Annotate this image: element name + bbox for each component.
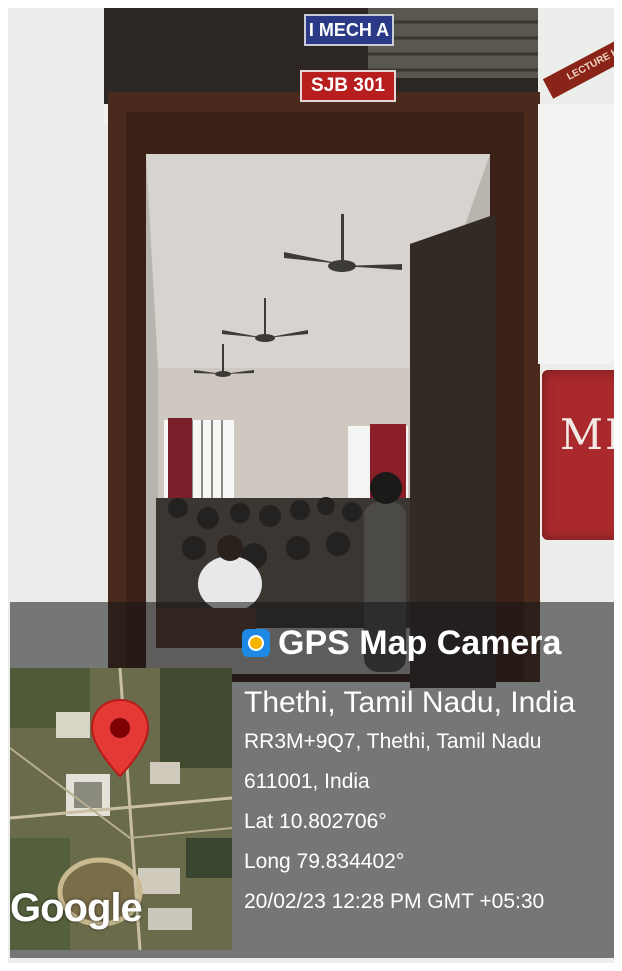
latitude: Lat 10.802706° [244,810,387,833]
address-line-2: 611001, India [244,770,370,793]
red-notice-board: MEC [542,370,614,540]
satellite-map-thumbnail: Google [10,668,232,950]
gps-camera-icon [242,629,270,657]
google-logo: Google [10,886,143,930]
location-details: Thethi, Tamil Nadu, India RR3M+9Q7, Thet… [244,684,575,922]
longitude: Long 79.834402° [244,850,405,873]
board-handwriting: MEC [560,410,614,459]
class-label-sign: I MECH A [304,14,394,46]
address-line-1: RR3M+9Q7, Thethi, Tamil Nadu [244,730,542,753]
app-name: GPS Map Camera [278,623,562,662]
location-title: Thethi, Tamil Nadu, India [244,686,576,719]
timestamp: 20/02/23 12:28 PM GMT +05:30 [244,890,545,913]
map-pin-icon [90,698,150,778]
app-brand: GPS Map Camera [242,620,561,666]
room-number-sign: SJB 301 [300,70,396,102]
photo-frame: I MECH A SJB 301 LECTURE HA MEC [8,8,614,963]
